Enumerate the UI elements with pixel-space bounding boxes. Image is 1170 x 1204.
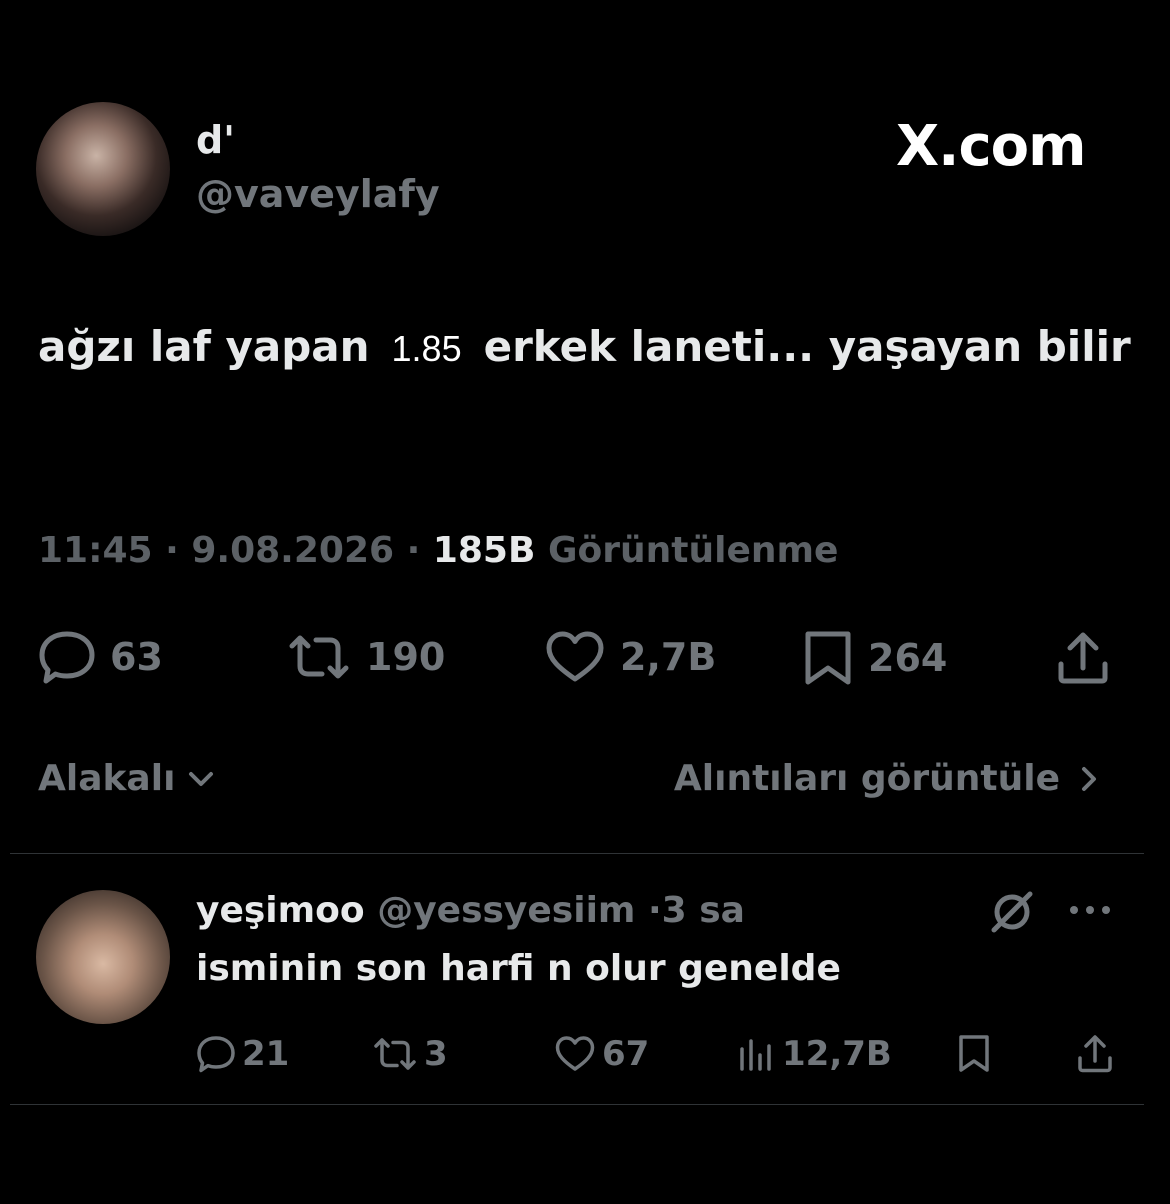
share-icon [1078,1035,1112,1073]
author-name[interactable]: d' [196,118,235,162]
divider [10,853,1144,854]
reply-avatar[interactable] [36,890,170,1024]
divider [10,1104,1144,1105]
meta-separator: · [647,890,662,931]
view-quotes-label: Alıntıları görüntüle [673,758,1060,799]
speech-bubble-icon [39,631,95,684]
reply-retweet-button[interactable]: 3 [372,1034,448,1074]
author-avatar[interactable] [36,102,170,236]
retweet-button[interactable]: 190 [286,630,445,684]
like-button[interactable]: 2,7B [544,630,716,684]
tweet-date[interactable]: 9.08.2026 [191,530,394,571]
views-count: 185B [432,530,536,571]
heart-icon [546,631,604,682]
reply-views-count: 12,7B [782,1034,892,1074]
share-button[interactable] [1056,630,1124,686]
reply-like-count: 67 [602,1034,650,1074]
reply-bookmark-button[interactable] [956,1034,998,1074]
reply-share-button[interactable] [1076,1034,1120,1074]
meta-separator: · [165,530,192,571]
reply-reply-button[interactable]: 21 [196,1034,289,1074]
bookmark-button[interactable]: 264 [802,630,947,686]
reply-button[interactable]: 63 [38,630,163,684]
reply-time[interactable]: 3 sa [662,890,745,931]
meta-separator: · [406,530,433,571]
reply-text: isminin son harfi n olur genelde [196,948,841,989]
sort-dropdown[interactable]: Alakalı [38,758,219,799]
like-count: 2,7B [620,635,717,679]
retweet-icon [374,1038,416,1070]
tweet-inline-number: 1.85 [391,328,462,369]
tweet-time[interactable]: 11:45 [38,530,153,571]
brand-watermark: X.com [896,114,1086,179]
speech-bubble-icon [197,1036,235,1073]
reply-author-name[interactable]: yeşimoo [196,890,365,931]
bookmark-count: 264 [868,636,948,680]
reply-reply-count: 21 [242,1034,290,1074]
reply-like-button[interactable]: 67 [554,1034,649,1074]
reply-views-button[interactable]: 12,7B [736,1034,892,1074]
chevron-down-icon [189,771,214,786]
author-handle[interactable]: @vaveylafy [196,172,440,216]
reply-author-handle[interactable]: @yessyesiim [377,890,635,931]
retweet-count: 190 [366,635,446,679]
chevron-right-icon [1082,766,1096,791]
views-label: Görüntülenme [547,530,839,571]
reply-retweet-count: 3 [424,1034,448,1074]
tweet-text: ağzı laf yapan 1.85 erkek laneti... yaşaya… [38,314,1138,382]
bar-chart-icon [740,1039,771,1071]
view-quotes-link[interactable]: Alıntıları görüntüle [674,758,1104,799]
tweet-text-part1: ağzı laf yapan [38,322,370,371]
retweet-icon [289,635,349,679]
tweet-meta: 11:45 · 9.08.2026 · 185B Görüntülenme [38,530,838,571]
grok-icon[interactable] [988,888,1036,936]
share-icon [1058,632,1108,684]
reply-header: yeşimoo @yessyesiim ·3 sa [196,890,745,931]
reply-count: 63 [110,635,163,679]
sort-label: Alakalı [38,758,176,799]
heart-icon [555,1036,595,1071]
tweet-text-part2: erkek laneti... yaşayan bilir [483,322,1131,371]
more-dots-icon[interactable] [1066,898,1114,922]
bookmark-icon [959,1035,989,1072]
bookmark-icon [805,631,851,685]
